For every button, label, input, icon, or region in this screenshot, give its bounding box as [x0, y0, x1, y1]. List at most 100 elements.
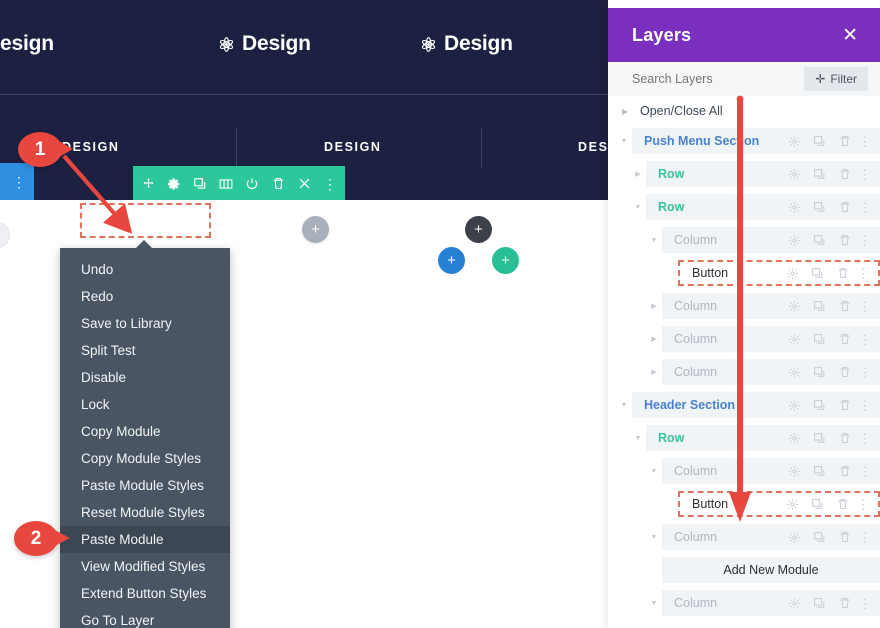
more-options-icon[interactable]: ⋮	[855, 498, 871, 511]
add-section-dark-button[interactable]: +	[465, 216, 492, 243]
right-click-context-menu[interactable]: UndoRedoSave to LibrarySplit TestDisable…	[60, 248, 230, 628]
gear-icon[interactable]	[782, 432, 807, 445]
add-row-blue-button[interactable]: +	[438, 247, 465, 274]
duplicate-icon[interactable]	[807, 366, 832, 379]
duplicate-icon[interactable]	[805, 267, 830, 280]
more-options-icon[interactable]: ⋮	[857, 465, 873, 478]
gear-icon[interactable]	[782, 399, 807, 412]
layer-row-body[interactable]: Row⋮	[646, 161, 880, 187]
gear-icon[interactable]	[161, 177, 187, 191]
layer-row-body[interactable]: Column⋮	[662, 359, 880, 385]
layer-row[interactable]: Button⋮	[608, 258, 880, 288]
layer-row-body[interactable]: Row⋮	[646, 194, 880, 220]
more-options-icon[interactable]: ⋮	[317, 177, 343, 191]
context-menu-item-copy-module[interactable]: Copy Module	[60, 418, 230, 445]
more-options-icon[interactable]: ⋮	[12, 175, 26, 189]
trash-icon[interactable]	[832, 234, 857, 246]
layer-row-body[interactable]: Column⋮	[662, 227, 880, 253]
duplicate-icon[interactable]	[807, 399, 832, 412]
more-options-icon[interactable]: ⋮	[857, 333, 873, 346]
layer-row[interactable]: ▶Column⋮	[608, 357, 880, 387]
chevron-right-icon[interactable]: ▶	[630, 171, 646, 178]
chevron-down-icon[interactable]: ▼	[646, 600, 662, 607]
layer-row[interactable]: ▶Column⋮	[608, 291, 880, 321]
more-options-icon[interactable]: ⋮	[857, 597, 873, 610]
duplicate-icon[interactable]	[807, 135, 832, 148]
duplicate-icon[interactable]	[807, 465, 832, 478]
more-options-icon[interactable]: ⋮	[857, 531, 873, 544]
duplicate-icon[interactable]	[807, 597, 832, 610]
trash-icon[interactable]	[832, 531, 857, 543]
layer-row[interactable]: ▼Push Menu Section⋮	[608, 126, 880, 156]
add-new-module-button[interactable]: Add New Module	[662, 557, 880, 583]
trash-icon[interactable]	[832, 333, 857, 345]
close-icon[interactable]	[291, 177, 317, 190]
layer-row-body[interactable]: Column⋮	[662, 590, 880, 616]
nav-link-design-3[interactable]: DESI	[578, 140, 608, 154]
duplicate-icon[interactable]	[805, 498, 830, 511]
layer-row[interactable]: ▼Column⋮	[608, 456, 880, 486]
layer-row[interactable]: ▶Row⋮	[608, 159, 880, 189]
more-options-icon[interactable]: ⋮	[857, 168, 873, 181]
gear-icon[interactable]	[782, 333, 807, 346]
layer-row[interactable]: ▼Row⋮	[608, 423, 880, 453]
layer-row[interactable]: ▼Column⋮	[608, 588, 880, 618]
chevron-right-icon[interactable]: ▶	[646, 303, 662, 310]
chevron-down-icon[interactable]: ▼	[646, 468, 662, 475]
chevron-down-icon[interactable]: ▼	[646, 237, 662, 244]
layer-row-body[interactable]: Button⋮	[678, 491, 880, 517]
add-module-green-button[interactable]: +	[492, 247, 519, 274]
chevron-down-icon[interactable]: ▼	[646, 534, 662, 541]
columns-icon[interactable]	[213, 177, 239, 191]
chevron-down-icon[interactable]: ▼	[630, 435, 646, 442]
gear-icon[interactable]	[780, 267, 805, 280]
gear-icon[interactable]	[782, 366, 807, 379]
add-new-module-row[interactable]: Add New Module	[608, 555, 880, 585]
gear-icon[interactable]	[782, 135, 807, 148]
more-options-icon[interactable]: ⋮	[857, 201, 873, 214]
more-options-icon[interactable]: ⋮	[857, 399, 873, 412]
context-menu-item-paste-module[interactable]: Paste Module	[60, 526, 230, 553]
layer-row[interactable]: ▼Row⋮	[608, 192, 880, 222]
duplicate-icon[interactable]	[807, 201, 832, 214]
trash-icon[interactable]	[830, 267, 855, 279]
gear-icon[interactable]	[782, 201, 807, 214]
layer-row-body[interactable]: Column⋮	[662, 326, 880, 352]
search-input[interactable]	[632, 72, 782, 86]
trash-icon[interactable]	[832, 465, 857, 477]
trash-icon[interactable]	[832, 399, 857, 411]
context-menu-item-go-to-layer[interactable]: Go To Layer	[60, 607, 230, 628]
context-menu-item-save-to-library[interactable]: Save to Library	[60, 310, 230, 337]
chevron-right-icon[interactable]: ▶	[646, 336, 662, 343]
layer-row[interactable]: ▼Column⋮	[608, 522, 880, 552]
layer-row[interactable]: Button⋮	[608, 489, 880, 519]
layer-row-body[interactable]: Header Section⋮	[632, 392, 880, 418]
filter-button[interactable]: ✛ Filter	[804, 67, 868, 91]
layer-row-body[interactable]: Column⋮	[662, 293, 880, 319]
gear-icon[interactable]	[782, 300, 807, 313]
nav-link-design-2[interactable]: DESIGN	[324, 140, 382, 154]
trash-icon[interactable]	[832, 366, 857, 378]
open-close-all-toggle[interactable]: ▶ Open/Close All	[608, 96, 880, 126]
disable-icon[interactable]	[239, 177, 265, 191]
trash-icon[interactable]	[832, 300, 857, 312]
more-options-icon[interactable]: ⋮	[857, 366, 873, 379]
duplicate-icon[interactable]	[807, 234, 832, 247]
layer-row[interactable]: ▼Column⋮	[608, 225, 880, 255]
trash-icon[interactable]	[832, 201, 857, 213]
trash-icon[interactable]	[830, 498, 855, 510]
layer-row[interactable]: ▶Column⋮	[608, 324, 880, 354]
close-icon[interactable]: ✕	[842, 26, 858, 45]
empty-module-drop-zone[interactable]	[80, 203, 211, 238]
more-options-icon[interactable]: ⋮	[855, 267, 871, 280]
more-options-icon[interactable]: ⋮	[857, 432, 873, 445]
context-menu-item-reset-module-styles[interactable]: Reset Module Styles	[60, 499, 230, 526]
gear-icon[interactable]	[782, 531, 807, 544]
context-menu-item-split-test[interactable]: Split Test	[60, 337, 230, 364]
context-menu-item-redo[interactable]: Redo	[60, 283, 230, 310]
duplicate-icon[interactable]	[807, 432, 832, 445]
trash-icon[interactable]	[832, 135, 857, 147]
layer-row[interactable]: ▼Header Section⋮	[608, 390, 880, 420]
close-icon[interactable]: ✕	[0, 175, 2, 189]
trash-icon[interactable]	[832, 168, 857, 180]
